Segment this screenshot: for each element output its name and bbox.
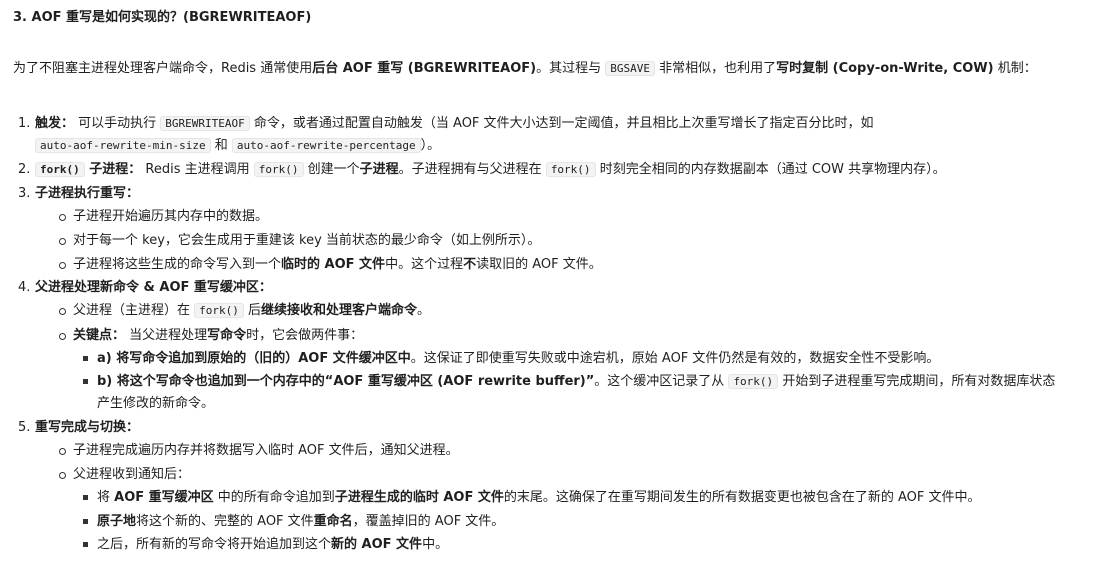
list-item-text: 重写完成与切换： <box>35 417 1063 439</box>
inline-code: BGSAVE <box>605 61 655 76</box>
bullet-circle-icon <box>59 472 66 479</box>
intro-text: 。其过程与 <box>536 61 606 76</box>
list-item-text: fork() 子进程： Redis 主进程调用 fork() 创建一个子进程。子… <box>35 159 1063 181</box>
step-text: Redis 主进程调用 <box>141 162 254 177</box>
sub-sub-item-text: 原子地将这个新的、完整的 AOF 文件重命名，覆盖掉旧的 AOF 文件。 <box>97 511 1063 533</box>
step-bold: 子进程 <box>359 162 399 177</box>
step-title: 子进程： <box>84 162 142 177</box>
step-text: 创建一个 <box>303 162 360 177</box>
section-heading: 3. AOF 重写是如何实现的？(BGREWRITEAOF) <box>13 10 312 25</box>
bullet-circle-icon <box>59 238 66 245</box>
step-text: ，覆盖掉旧的 AOF 文件。 <box>352 514 505 529</box>
step-bold: 写命令 <box>207 328 247 343</box>
bullet-circle-icon <box>59 448 66 455</box>
sub-item-text: 子进程完成遍历内存并将数据写入临时 AOF 文件后，通知父进程。 <box>73 443 459 458</box>
list-item-text: 触发： 可以手动执行 BGREWRITEAOF 命令，或者通过配置自动触发（当 … <box>35 113 1063 157</box>
intro-bold: 后台 AOF 重写 (BGREWRITEAOF) <box>312 61 537 76</box>
intro-text: 机制： <box>993 61 1037 76</box>
step-text: 中。这个过程 <box>385 257 464 272</box>
inline-code: fork() <box>35 162 85 177</box>
list-number: 4. <box>18 280 31 295</box>
sub-item-text: 子进程将这些生成的命令写入到一个临时的 AOF 文件中。这个过程不读取旧的 AO… <box>73 254 1063 276</box>
step-title: 重写完成与切换： <box>35 420 140 435</box>
intro-text: 为了不阻塞主进程处理客户端命令，Redis 通常使用 <box>13 61 313 76</box>
inline-code: auto-aof-rewrite-min-size <box>35 138 211 153</box>
bullet-square-icon <box>83 495 88 500</box>
sub-sub-item-text: 之后，所有新的写命令将开始追加到这个新的 AOF 文件中。 <box>97 534 1063 556</box>
step-bold: 关键点： <box>73 328 126 343</box>
step-bold: b) 将这个写命令也追加到一个内存中的“AOF 重写缓冲区 (AOF rewri… <box>97 374 595 389</box>
step-title: 触发： <box>35 116 75 131</box>
sub-sub-item-text: 将 AOF 重写缓冲区 中的所有命令追加到子进程生成的临时 AOF 文件的末尾。… <box>97 487 1063 509</box>
step-text: 。 <box>417 303 431 318</box>
step-text: 。这保证了即使重写失败或中途宕机，原始 AOF 文件仍然是有效的，数据安全性不受… <box>410 351 940 366</box>
bullet-circle-icon <box>59 308 66 315</box>
step-text: 父进程（主进程）在 <box>73 303 195 318</box>
inline-code: fork() <box>253 162 304 177</box>
inline-code: BGREWRITEAOF <box>160 116 250 131</box>
intro-bold: 写时复制 (Copy-on-Write, COW) <box>776 61 994 76</box>
step-bold: 新的 AOF 文件 <box>331 537 423 552</box>
bullet-square-icon <box>83 356 88 361</box>
step-text: 可以手动执行 <box>74 116 161 131</box>
step-text: 。这个缓冲区记录了从 <box>594 374 729 389</box>
step-bold: 不 <box>463 257 477 272</box>
sub-sub-item-text: b) 将这个写命令也追加到一个内存中的“AOF 重写缓冲区 (AOF rewri… <box>97 371 1063 415</box>
step-text: 将这个新的、完整的 AOF 文件 <box>136 514 314 529</box>
step-bold: a) 将写命令追加到原始的（旧的）AOF 文件缓冲区中 <box>97 351 411 366</box>
step-title: 父进程处理新命令 & AOF 重写缓冲区： <box>35 280 272 295</box>
inline-code: fork() <box>194 303 244 318</box>
step-bold: 临时的 AOF 文件 <box>281 257 386 272</box>
sub-sub-item-text: a) 将写命令追加到原始的（旧的）AOF 文件缓冲区中。这保证了即使重写失败或中… <box>97 348 1063 370</box>
step-text: 。子进程拥有与父进程在 <box>398 162 546 177</box>
step-bold: 原子地 <box>97 514 137 529</box>
inline-code: fork() <box>728 374 779 389</box>
bullet-circle-icon <box>59 333 66 340</box>
step-text: 将 <box>97 490 115 505</box>
sub-item-text: 对于每一个 key，它会生成用于重建该 key 当前状态的最少命令（如上例所示）… <box>73 233 541 248</box>
sub-item-text: 父进程收到通知后： <box>73 467 191 482</box>
step-text: 中的所有命令追加到 <box>213 490 335 505</box>
step-title: 子进程执行重写： <box>35 186 140 201</box>
bullet-square-icon <box>83 542 88 547</box>
sub-item-text: 父进程（主进程）在 fork() 后继续接收和处理客户端命令。 <box>73 300 1063 322</box>
list-item-text: 子进程执行重写： <box>35 183 1063 205</box>
bullet-circle-icon <box>59 262 66 269</box>
step-text: 子进程将这些生成的命令写入到一个 <box>73 257 282 272</box>
list-number: 2. <box>18 162 31 177</box>
bullet-square-icon <box>83 519 88 524</box>
intro-text: 非常相似，也利用了 <box>654 61 777 76</box>
step-text: 时刻完全相同的内存数据副本（通过 COW 共享物理内存）。 <box>595 162 946 177</box>
list-number: 1. <box>18 116 31 131</box>
step-text: 命令，或者通过配置自动触发（当 AOF 文件大小达到一定阈值，并且相比上次重写增… <box>249 116 874 131</box>
step-text: 之后，所有新的写命令将开始追加到这个 <box>97 537 332 552</box>
bullet-square-icon <box>83 379 88 384</box>
step-text: 后 <box>243 303 262 318</box>
step-text: 读取旧的 AOF 文件。 <box>476 257 602 272</box>
sub-item-text: 关键点： 当父进程处理写命令时，它会做两件事： <box>73 325 1063 347</box>
step-text: 中。 <box>422 537 449 552</box>
step-text: 时，它会做两件事： <box>246 328 364 343</box>
sub-item-text: 子进程开始遍历其内存中的数据。 <box>73 209 269 224</box>
bullet-circle-icon <box>59 214 66 221</box>
step-bold: 重命名 <box>313 514 353 529</box>
inline-code: auto-aof-rewrite-percentage <box>231 138 421 153</box>
step-text: 和 <box>210 138 232 153</box>
step-bold: AOF 重写缓冲区 <box>114 490 214 505</box>
intro-paragraph: 为了不阻塞主进程处理客户端命令，Redis 通常使用后台 AOF 重写 (BGR… <box>13 58 1037 80</box>
inline-code: fork() <box>545 162 596 177</box>
list-number: 5. <box>18 420 31 435</box>
step-bold: 继续接收和处理客户端命令 <box>261 303 418 318</box>
list-number: 3. <box>18 186 31 201</box>
step-text: 当父进程处理 <box>125 328 208 343</box>
step-text: ）。 <box>420 138 441 153</box>
step-bold: 子进程生成的临时 AOF 文件 <box>334 490 504 505</box>
step-text: 的末尾。这确保了在重写期间发生的所有数据变更也被包含在了新的 AOF 文件中。 <box>503 490 981 505</box>
list-item-text: 父进程处理新命令 & AOF 重写缓冲区： <box>35 277 1063 299</box>
